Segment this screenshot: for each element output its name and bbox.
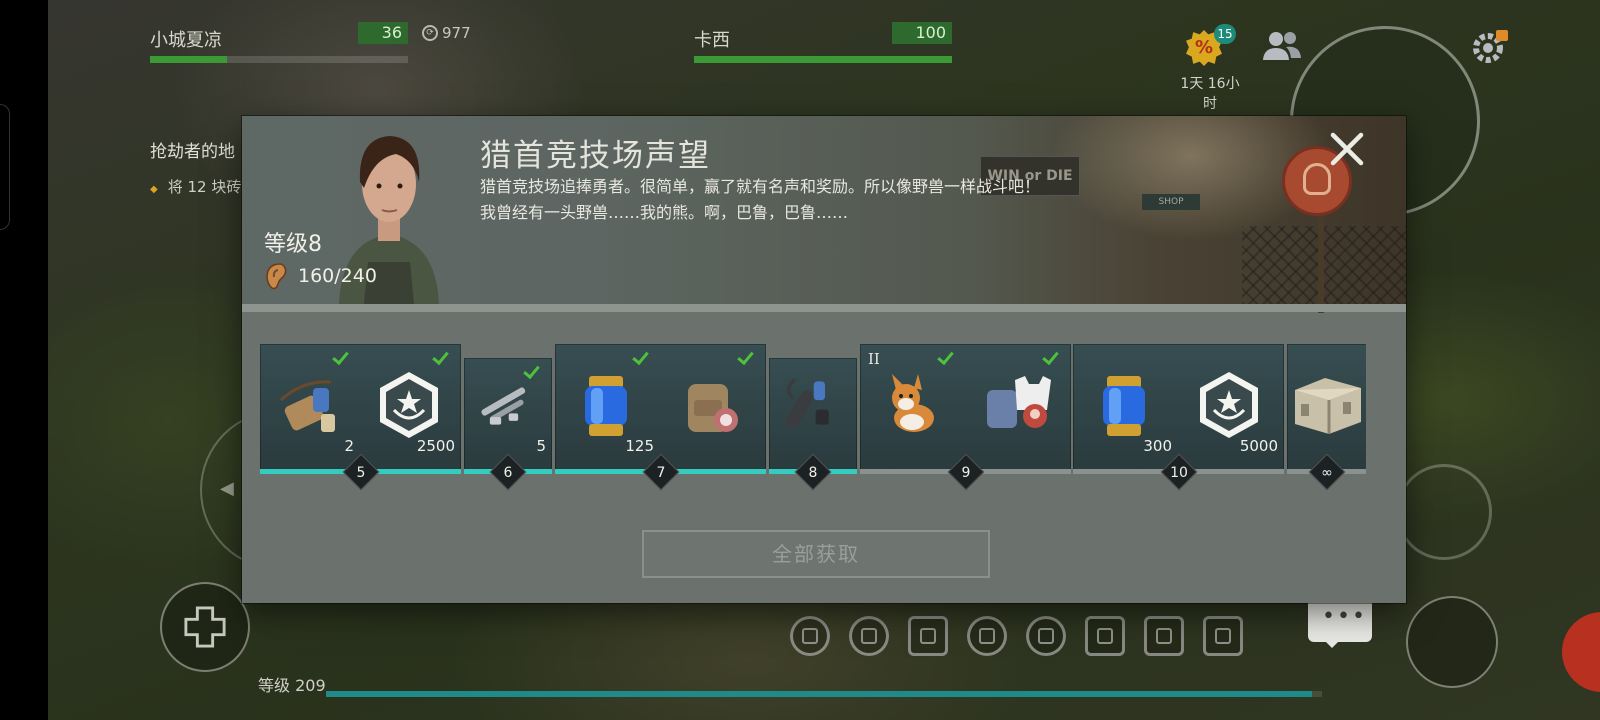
weapon-slot-rifle[interactable] [1396, 464, 1492, 560]
reputation-progress-value: 160/240 [298, 265, 377, 287]
currency-value: 977 [442, 24, 471, 42]
checkmark-icon [333, 350, 351, 364]
reward-card-level-0[interactable]: 2 2500 5 [260, 344, 461, 491]
promo-count-badge: 15 [1214, 24, 1236, 44]
reward-quantity: 125 [625, 437, 654, 455]
player1-value: 36 [358, 22, 408, 44]
chat-dots-icon: ••• [1322, 604, 1367, 629]
reward-quantity: 5 [536, 437, 546, 455]
modal-title: 猎首竞技场声望 [480, 138, 711, 174]
corgi-pet-icon [876, 370, 946, 444]
currency-display: ⟳ 977 [422, 24, 471, 42]
settings-gear-icon[interactable] [1472, 28, 1508, 64]
friends-icon[interactable] [1262, 30, 1302, 62]
reputation-modal: WIN or DIE SHOP 等级8 160/240 猎首竞技场声望 猎首竞技… [242, 116, 1406, 603]
modal-header: WIN or DIE SHOP 等级8 160/240 猎首竞技场声望 猎首竞技… [242, 116, 1406, 313]
player2-name: 卡西 [694, 30, 730, 51]
close-icon[interactable] [1328, 130, 1366, 168]
calendar-icon[interactable] [908, 616, 948, 656]
reward-quantity: 2 [344, 437, 354, 455]
reward-quantity: 5000 [1239, 437, 1278, 455]
promo-timer: 1天 16小时 [1180, 76, 1240, 112]
alert-icon[interactable] [967, 616, 1007, 656]
level-number: 7 [656, 465, 666, 481]
reward-card-level-6[interactable]: ∞ [1285, 344, 1366, 491]
reward-quantity: 300 [1143, 437, 1172, 455]
xp-progress-bar [326, 691, 1322, 697]
bottom-toolbar [790, 616, 1243, 656]
dna-capsule-icon [1089, 370, 1159, 444]
reputation-badge-icon [1194, 370, 1264, 444]
player-level: 等级 209 [258, 676, 326, 695]
player2-value: 100 [892, 22, 952, 44]
level-number: 5 [356, 465, 366, 481]
tier-label: II [868, 350, 880, 368]
level-number: 10 [1170, 465, 1188, 481]
reward-quantity: 2500 [416, 437, 455, 455]
quest-task-text: 将 12 块砖 [167, 178, 242, 196]
plus-icon [184, 606, 226, 648]
reward-track[interactable]: 2 2500 5 5 6 125 7 8 II 9 300 5000 10 ∞ [260, 344, 1366, 491]
dna-capsule-icon [571, 370, 641, 444]
coins-shop-icon[interactable] [1026, 616, 1066, 656]
reward-card-level-3[interactable]: 8 [769, 358, 857, 491]
player1-health-bar [150, 56, 408, 63]
checkmark-icon [433, 350, 451, 364]
checkmark-icon [1043, 350, 1061, 364]
weapon-parts-icon [471, 370, 537, 440]
arrow-left-icon: ◀ [220, 478, 234, 499]
safe-icon[interactable] [1144, 616, 1184, 656]
outfit-icon [981, 370, 1051, 444]
header-divider [242, 304, 1406, 312]
checkmark-icon [738, 350, 756, 364]
checkmark-icon [633, 350, 651, 364]
screen-left-edge [0, 0, 48, 720]
claim-all-button[interactable]: 全部获取 [642, 530, 990, 578]
backpack-icon [676, 370, 746, 444]
event-icon[interactable] [790, 616, 830, 656]
scene-fence [1242, 226, 1406, 304]
backpack-inventory-icon[interactable] [1203, 616, 1243, 656]
reward-card-level-5[interactable]: 300 5000 10 [1073, 344, 1284, 491]
chat-button[interactable]: ••• [1308, 598, 1372, 648]
map-crafting-icon[interactable] [1085, 616, 1125, 656]
modal-description: 猎首竞技场追捧勇者。很简单，赢了就有名声和奖励。所以像野兽一样战斗吧！我曾经有一… [480, 177, 1041, 222]
level-number: 9 [961, 465, 971, 481]
reward-card-level-4[interactable]: II 9 [860, 344, 1071, 491]
level-number: 6 [503, 465, 513, 481]
clan-shield-icon[interactable] [849, 616, 889, 656]
supply-crate-icon [1285, 370, 1365, 444]
quest-title[interactable]: 抢劫者的地 [150, 137, 235, 162]
quest-task[interactable]: ◆ 将 12 块砖 [150, 176, 241, 197]
checkmark-icon [524, 364, 542, 378]
ear-trophy-icon [266, 263, 287, 290]
reputation-level: 等级8 [264, 232, 322, 257]
diamond-icon: ◆ [150, 184, 158, 195]
level-number: 8 [808, 465, 818, 481]
silencer-icon [776, 370, 842, 440]
heal-plus-button[interactable] [160, 582, 250, 672]
reputation-progress: 160/240 [264, 262, 377, 290]
reward-card-level-1[interactable]: 56 [464, 358, 552, 491]
ammo-pouch-icon [273, 370, 343, 444]
reward-card-level-2[interactable]: 125 7 [555, 344, 766, 491]
scene-shop-sign: SHOP [1142, 194, 1200, 210]
level-number: ∞ [1321, 465, 1333, 481]
player2-health-bar [694, 56, 952, 63]
sneak-button[interactable] [1406, 596, 1498, 688]
reputation-badge-icon [374, 370, 444, 444]
player1-name: 小城夏凉 [150, 30, 222, 51]
coin-icon: ⟳ [422, 25, 438, 41]
checkmark-icon [938, 350, 956, 364]
promo-button[interactable]: % 15 [1186, 24, 1236, 70]
